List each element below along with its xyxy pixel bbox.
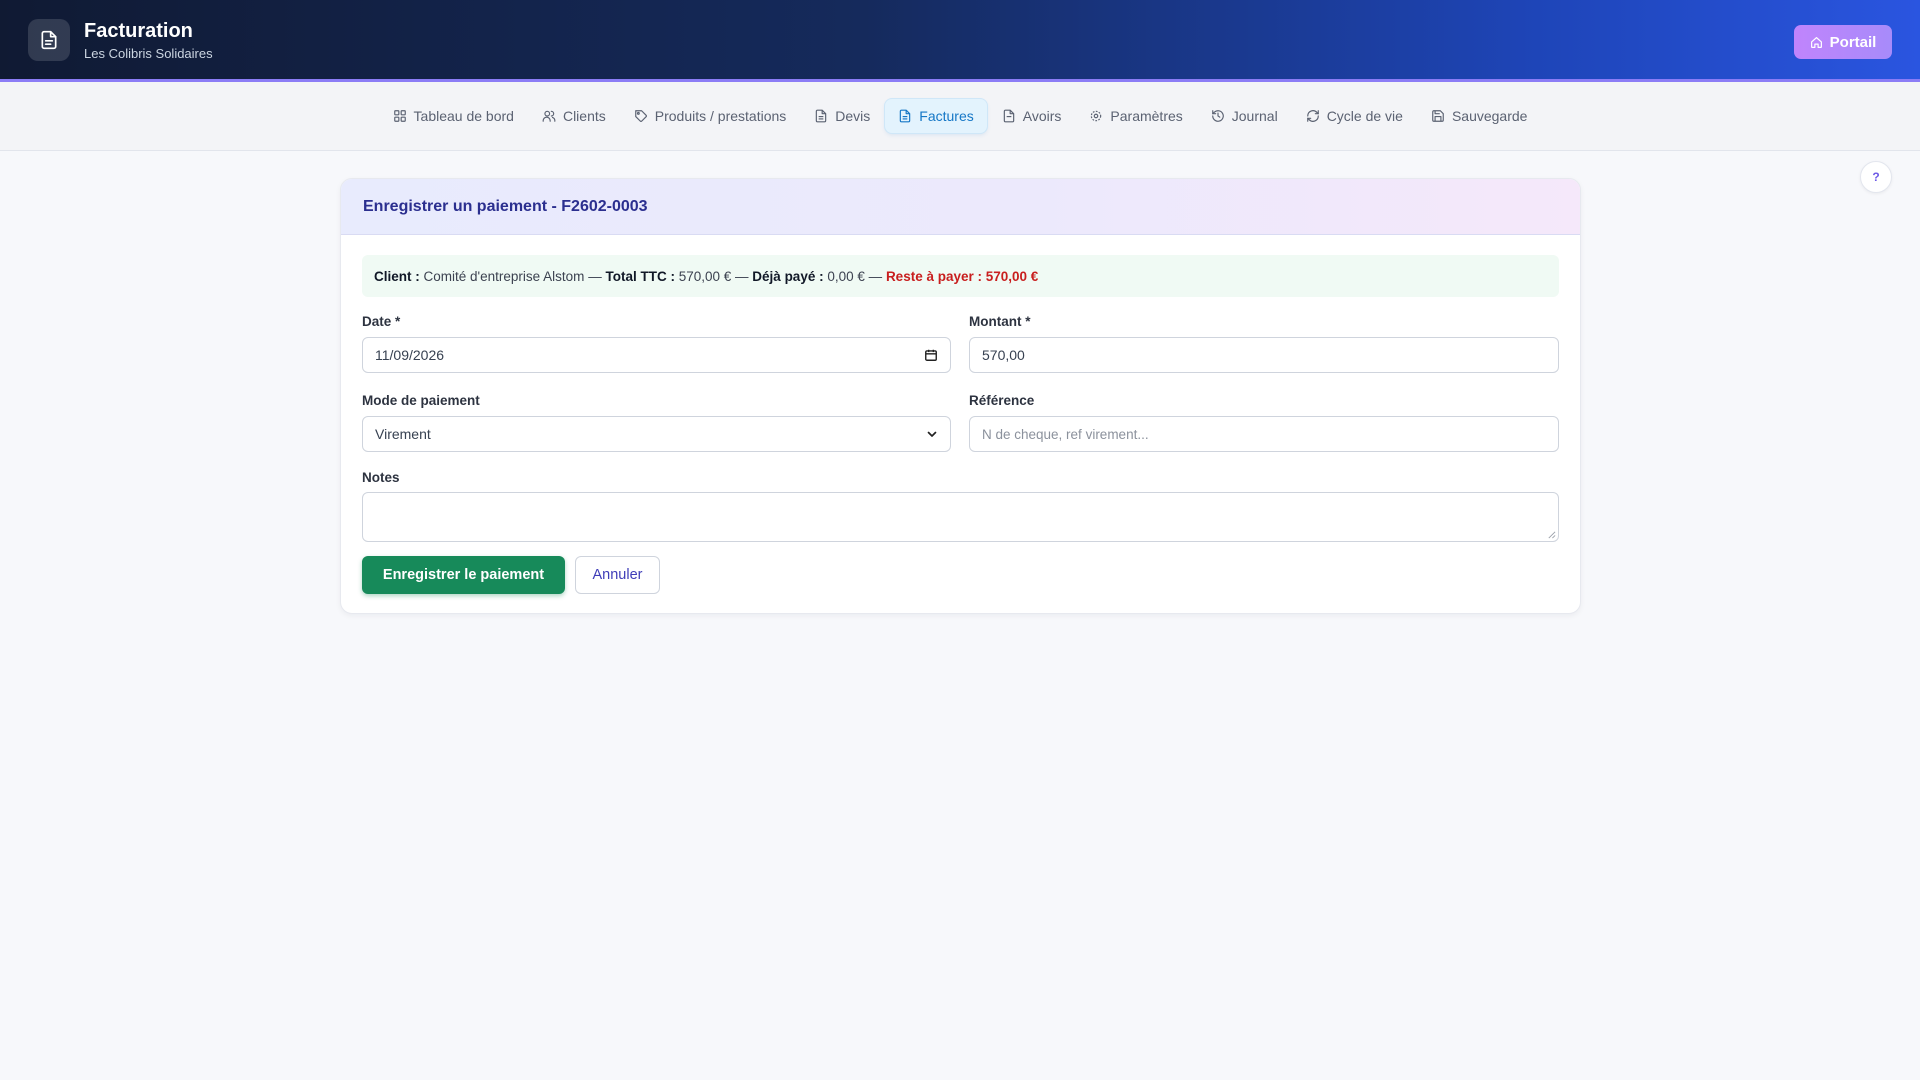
payment-mode-value: Virement <box>375 426 431 442</box>
nav-item-avoirs[interactable]: Avoirs <box>989 99 1075 133</box>
nav-label: Factures <box>919 108 974 124</box>
organization-name: Les Colibris Solidaires <box>84 45 213 61</box>
file-icon <box>1003 109 1014 123</box>
nav-item-journal[interactable]: Journal <box>1198 99 1291 133</box>
app-title: Facturation <box>84 19 193 42</box>
home-icon <box>1810 36 1822 48</box>
nav-item-sauvegarde[interactable]: Sauvegarde <box>1418 99 1541 133</box>
payment-mode-label: Mode de paiement <box>362 393 480 408</box>
nav-label: Cycle de vie <box>1326 108 1403 124</box>
refresh-icon <box>1306 110 1319 122</box>
nav-label: Clients <box>562 108 606 124</box>
nav-label: Journal <box>1231 108 1278 124</box>
resize-grip-icon[interactable] <box>1547 530 1556 539</box>
reference-input[interactable]: N de cheque, ref virement... <box>969 416 1559 452</box>
history-icon <box>1211 110 1224 122</box>
total-label: Total TTC : <box>605 268 675 284</box>
nav-item-cycle-de-vie[interactable]: Cycle de vie <box>1293 99 1416 133</box>
nav-item-devis[interactable]: Devis <box>801 99 883 133</box>
tag-icon <box>634 110 647 122</box>
date-label: Date * <box>362 314 401 329</box>
amount-input[interactable]: 570,00 <box>969 337 1559 373</box>
payment-mode-select[interactable]: Virement <box>362 416 951 452</box>
separator: — <box>735 268 749 284</box>
notes-label: Notes <box>362 470 400 485</box>
nav-label: Produits / prestations <box>654 108 787 124</box>
nav-label: Paramètres <box>1110 108 1183 124</box>
nav-item-parametres[interactable]: Paramètres <box>1076 99 1195 133</box>
amount-label: Montant * <box>969 314 1031 329</box>
file-icon <box>816 109 827 123</box>
file-text-icon <box>900 109 911 123</box>
nav-item-clients[interactable]: Clients <box>529 99 619 133</box>
top-bar: Facturation Les Colibris Solidaires Port… <box>0 0 1920 82</box>
nav-item-factures[interactable]: Factures <box>885 99 987 133</box>
client-value: Comité d'entreprise Alstom <box>423 268 585 284</box>
card-header: Enregistrer un paiement - F2602-0003 <box>341 179 1580 235</box>
client-label: Client : <box>374 268 420 284</box>
brand: Facturation Les Colibris Solidaires <box>28 18 213 61</box>
nav-label: Devis <box>835 108 871 124</box>
payment-form-card: Enregistrer un paiement - F2602-0003 Cli… <box>340 178 1581 614</box>
main-nav: Tableau de bord Clients Produits / prest… <box>0 82 1920 151</box>
portal-button[interactable]: Portail <box>1794 25 1892 59</box>
date-value: 11/09/2026 <box>375 347 445 363</box>
submit-payment-button[interactable]: Enregistrer le paiement <box>362 556 565 594</box>
calendar-icon[interactable] <box>924 348 938 362</box>
nav-item-tableau-de-bord[interactable]: Tableau de bord <box>380 99 527 133</box>
help-button[interactable]: ? <box>1860 161 1892 193</box>
gear-icon <box>1091 110 1102 122</box>
invoice-icon <box>28 18 70 61</box>
users-icon <box>542 110 556 122</box>
reference-placeholder: N de cheque, ref virement... <box>982 426 1149 442</box>
total-value: 570,00 € <box>678 268 732 284</box>
paid-value: 0,00 € <box>827 268 865 284</box>
cancel-button[interactable]: Annuler <box>575 556 660 594</box>
amount-value: 570,00 <box>982 347 1025 363</box>
notes-textarea[interactable] <box>362 492 1559 542</box>
save-icon <box>1432 110 1444 122</box>
separator: — <box>588 268 602 284</box>
portal-label: Portail <box>1829 33 1877 51</box>
nav-label: Tableau de bord <box>413 108 514 124</box>
grid-icon <box>393 110 406 122</box>
nav-label: Sauvegarde <box>1451 108 1528 124</box>
nav-item-produits[interactable]: Produits / prestations <box>621 99 800 133</box>
reference-label: Référence <box>969 393 1035 408</box>
paid-label: Déjà payé : <box>752 268 824 284</box>
chevron-down-icon <box>926 428 938 440</box>
form-title: Enregistrer un paiement - F2602-0003 <box>363 197 648 215</box>
nav-label: Avoirs <box>1022 108 1062 124</box>
remaining-due: Reste à payer : 570,00 € <box>885 268 1039 284</box>
invoice-summary: Client : Comité d'entreprise Alstom — To… <box>362 255 1559 297</box>
date-input[interactable]: 11/09/2026 <box>362 337 951 373</box>
separator: — <box>868 268 883 284</box>
